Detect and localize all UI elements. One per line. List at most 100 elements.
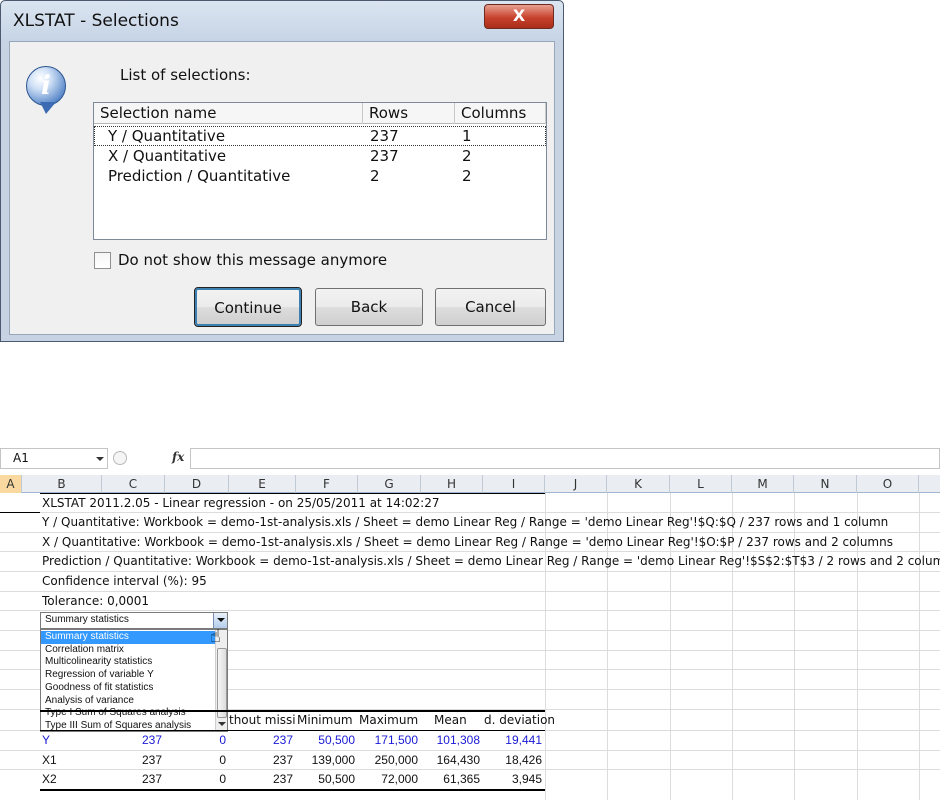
report-line-prediction[interactable]: Prediction / Quantitative: Workbook = de… — [42, 552, 940, 571]
row-minimum[interactable]: 139,000 — [296, 751, 355, 770]
scroll-down-icon[interactable] — [218, 722, 226, 726]
selection-columns: 1 — [462, 127, 472, 145]
row-std-deviation[interactable]: 19,441 — [483, 731, 542, 750]
selection-name: Y / Quantitative — [108, 127, 226, 145]
column-header-J[interactable]: J — [545, 475, 607, 493]
row-mean[interactable]: 101,308 — [421, 731, 480, 750]
dropdown-scroll-thumb[interactable] — [217, 648, 227, 718]
dropdown-option[interactable]: Regression of variable Y — [41, 669, 215, 682]
selection-columns: 2 — [462, 167, 472, 185]
table-header[interactable]: d. deviation — [484, 711, 555, 730]
column-header-rows[interactable]: Rows — [363, 103, 455, 124]
report-left-tick — [0, 512, 40, 513]
dialog-titlebar[interactable]: XLSTAT - Selections X — [1, 1, 563, 41]
selection-name: Prediction / Quantitative — [108, 167, 291, 185]
row-missing[interactable]: 0 — [165, 751, 226, 770]
report-title[interactable]: XLSTAT 2011.2.05 - Linear regression - o… — [42, 494, 439, 513]
list-item[interactable]: X / Quantitative 237 2 — [94, 146, 546, 166]
output-dropdown[interactable]: Summary statistics — [40, 612, 228, 629]
dont-show-again-checkbox[interactable] — [94, 252, 111, 269]
gridline — [919, 493, 920, 800]
row-missing[interactable]: 0 — [165, 731, 226, 750]
column-header-B[interactable]: B — [22, 475, 102, 493]
row-without-missing[interactable]: 237 — [229, 731, 293, 750]
insert-function-icon[interactable]: fx — [172, 450, 184, 464]
dialog-client-area: i List of selections: Selection name Row… — [9, 41, 555, 335]
close-button[interactable]: X — [484, 4, 554, 29]
dropdown-option[interactable]: Goodness of fit statistics — [41, 682, 215, 695]
column-header-columns[interactable]: Columns — [455, 103, 546, 124]
column-header-selection-name[interactable]: Selection name — [94, 103, 363, 124]
column-headers: A B C D E F G H I J K L M N O — [0, 475, 940, 493]
column-header-A[interactable]: A — [0, 475, 22, 493]
selection-rows: 237 — [370, 147, 399, 165]
row-missing[interactable]: 0 — [165, 770, 226, 789]
row-std-deviation[interactable]: 18,426 — [483, 751, 542, 770]
formula-bar[interactable] — [190, 448, 940, 469]
column-header-C[interactable]: C — [102, 475, 165, 493]
cancel-button[interactable]: Cancel — [435, 288, 546, 326]
report-line-y[interactable]: Y / Quantitative: Workbook = demo-1st-an… — [42, 513, 888, 532]
column-header-N[interactable]: N — [794, 475, 857, 493]
row-without-missing[interactable]: 237 — [229, 770, 293, 789]
row-variable[interactable]: Y — [42, 731, 50, 750]
list-item[interactable]: Y / Quantitative 237 1 — [94, 126, 546, 146]
row-mean[interactable]: 61,365 — [421, 770, 480, 789]
info-icon: i — [26, 66, 66, 106]
report-line-tolerance[interactable]: Tolerance: 0,0001 — [42, 592, 149, 611]
formula-bar-handle[interactable] — [113, 451, 127, 465]
selections-list[interactable]: Selection name Rows Columns Y / Quantita… — [93, 102, 547, 240]
selection-columns: 2 — [462, 147, 472, 165]
dialog-title: XLSTAT - Selections — [13, 11, 179, 31]
dialog-prompt: List of selections: — [120, 66, 251, 84]
column-header-I[interactable]: I — [483, 475, 545, 493]
row-mean[interactable]: 164,430 — [421, 751, 480, 770]
row-variable[interactable]: X1 — [42, 751, 57, 770]
row-maximum[interactable]: 171,500 — [358, 731, 418, 750]
column-header-M[interactable]: M — [732, 475, 794, 493]
hand-cursor-icon: ☝ — [210, 626, 221, 647]
column-header-K[interactable]: K — [607, 475, 670, 493]
row-count[interactable]: 237 — [102, 751, 162, 770]
dropdown-option[interactable]: Summary statistics — [41, 631, 215, 644]
row-count[interactable]: 237 — [102, 731, 162, 750]
column-header-G[interactable]: G — [358, 475, 421, 493]
row-maximum[interactable]: 250,000 — [358, 751, 418, 770]
column-header-D[interactable]: D — [165, 475, 229, 493]
back-button[interactable]: Back — [315, 288, 423, 326]
column-header-L[interactable]: L — [670, 475, 732, 493]
selection-name: X / Quantitative — [108, 147, 227, 165]
report-line-confidence[interactable]: Confidence interval (%): 95 — [42, 572, 207, 591]
row-without-missing[interactable]: 237 — [229, 751, 293, 770]
column-header-E[interactable]: E — [229, 475, 296, 493]
dropdown-option[interactable]: Multicolinearity statistics — [41, 656, 215, 669]
row-maximum[interactable]: 72,000 — [358, 770, 418, 789]
column-header-H[interactable]: H — [421, 475, 483, 493]
selection-rows: 2 — [370, 167, 380, 185]
table-header[interactable]: thout missi — [229, 711, 296, 730]
table-header[interactable]: Mean — [434, 711, 467, 730]
table-bottom-border — [40, 789, 545, 791]
column-header-F[interactable]: F — [296, 475, 358, 493]
row-minimum[interactable]: 50,500 — [296, 731, 355, 750]
row-minimum[interactable]: 50,500 — [296, 770, 355, 789]
name-box[interactable]: A1 — [0, 448, 108, 469]
dropdown-value: Summary statistics — [45, 614, 129, 625]
list-header: Selection name Rows Columns — [94, 103, 546, 124]
dropdown-list[interactable]: Summary statistics Correlation matrix Mu… — [40, 629, 228, 732]
dropdown-option[interactable]: Analysis of variance — [41, 695, 215, 708]
info-icon-tail — [40, 102, 56, 114]
table-header[interactable]: Minimum — [297, 711, 353, 730]
continue-button[interactable]: Continue — [194, 287, 302, 327]
name-box-dropdown-icon[interactable] — [96, 457, 104, 461]
row-variable[interactable]: X2 — [42, 770, 57, 789]
selection-rows: 237 — [370, 127, 399, 145]
table-header[interactable]: Maximum — [359, 711, 418, 730]
column-header-O[interactable]: O — [857, 475, 919, 493]
report-line-x[interactable]: X / Quantitative: Workbook = demo-1st-an… — [42, 533, 893, 552]
dropdown-option[interactable]: Correlation matrix — [41, 644, 215, 657]
row-std-deviation[interactable]: 3,945 — [483, 770, 542, 789]
row-count[interactable]: 237 — [102, 770, 162, 789]
dont-show-again-label[interactable]: Do not show this message anymore — [118, 251, 387, 269]
list-item[interactable]: Prediction / Quantitative 2 2 — [94, 166, 546, 186]
